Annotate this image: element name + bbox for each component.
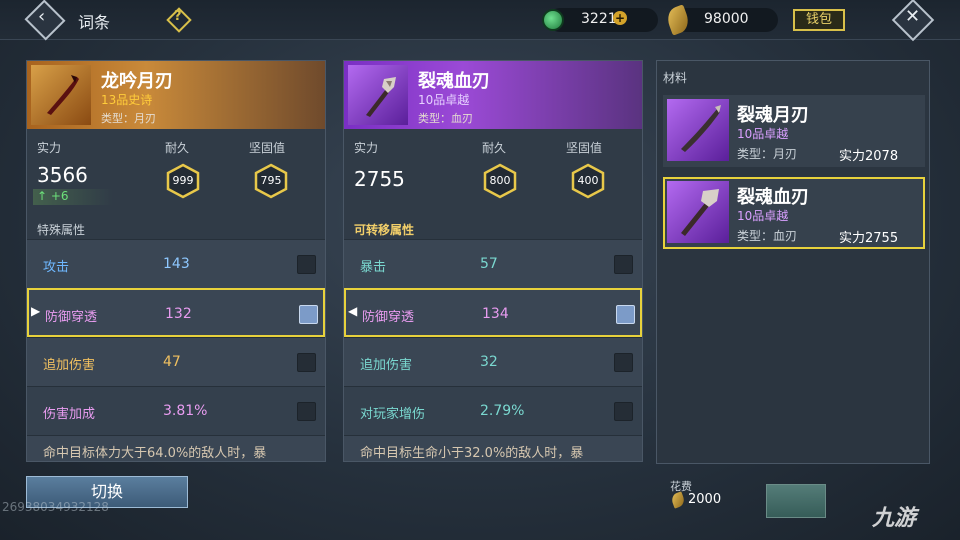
attribute-value: 3.81% (163, 403, 208, 419)
attribute-checkbox[interactable] (614, 353, 633, 372)
material-type: 类型：血刃 (737, 229, 798, 243)
attribute-value: 134 (482, 306, 509, 322)
power-label: 实力 (37, 141, 62, 155)
item-thumbnail[interactable] (31, 65, 91, 125)
material-card[interactable]: 裂魂血刃 10品卓越 类型：血刃 实力2755 (663, 177, 925, 249)
attribute-checkbox[interactable] (297, 402, 316, 421)
solidity-label: 坚固值 (249, 141, 286, 155)
cost-value: 2000 (688, 492, 722, 507)
current-item-panel: 龙吟月刃 13品史诗 类型：月刃 实力 耐久 坚固值 3566 ↑ +6 999… (26, 60, 326, 462)
attribute-name: 防御穿透 (45, 310, 98, 325)
blood-blade-icon (681, 189, 719, 236)
material-card[interactable]: 裂魂月刃 10品卓越 类型：月刃 实力2078 (663, 95, 925, 167)
attribute-row[interactable]: ◀ 防御穿透 134 (344, 288, 642, 337)
attribute-checkbox[interactable] (297, 255, 316, 274)
attribute-checkbox[interactable] (614, 402, 633, 421)
solidity-value: 400 (577, 174, 599, 187)
attribute-row[interactable]: 追加伤害 47 (27, 337, 325, 386)
attribute-checkbox[interactable] (299, 305, 318, 324)
durability-value: 999 (172, 174, 194, 187)
user-id: 26938034932128 (2, 500, 109, 514)
item-type: 类型：月刃 (101, 112, 156, 125)
attribute-name: 追加伤害 (360, 358, 413, 373)
item-grade: 13品史诗 (101, 93, 153, 107)
material-grade: 10品卓越 (737, 209, 789, 223)
attribute-row[interactable]: 伤害加成 3.81% (27, 386, 325, 435)
page-title: 词条 (78, 13, 111, 32)
attribute-description: 命中目标体力大于64.0%的敌人时，暴 (43, 446, 267, 461)
attribute-description: 命中目标生命小于32.0%的敌人时，暴 (360, 446, 584, 461)
attribute-value: 57 (480, 256, 498, 272)
materials-title: 材料 (663, 71, 688, 85)
arrow-right-icon: ▶ (31, 304, 41, 318)
materials-panel: 材料 裂魂月刃 10品卓越 类型：月刃 实力2078 裂魂血刃 10品卓越 类型… (656, 60, 930, 464)
attribute-row[interactable]: 追加伤害 32 (344, 337, 642, 386)
attribute-row[interactable]: 命中目标体力大于64.0%的敌人时，暴 (27, 435, 325, 461)
attribute-row[interactable]: 暴击 57 (344, 239, 642, 288)
attribute-row[interactable]: 对玩家增伤 2.79% (344, 386, 642, 435)
attribute-value: 47 (163, 354, 181, 370)
add-currency-button[interactable]: + (613, 11, 627, 25)
confirm-button[interactable] (766, 484, 826, 518)
material-grade: 10品卓越 (737, 127, 789, 141)
power-delta: ↑ +6 (33, 189, 113, 205)
wallet-button[interactable]: 钱包 (793, 9, 845, 31)
jade-coin-icon (542, 9, 564, 31)
attribute-name: 追加伤害 (43, 358, 96, 373)
power-value: 2755 (354, 167, 405, 191)
arrow-left-icon: ◀ (348, 304, 358, 318)
item-thumbnail[interactable] (348, 65, 408, 125)
attribute-name: 暴击 (360, 260, 387, 275)
moon-blade-icon (47, 75, 79, 115)
attribute-row[interactable]: ▶ 防御穿透 132 (27, 288, 325, 337)
attribute-checkbox[interactable] (614, 255, 633, 274)
attribute-value: 132 (165, 306, 192, 322)
blood-blade-icon (366, 77, 396, 117)
solidity-value: 795 (260, 174, 282, 187)
attribute-row[interactable]: 命中目标生命小于32.0%的敌人时，暴 (344, 435, 642, 461)
material-item-panel: 裂魂血刃 10品卓越 类型：血刃 实力 耐久 坚固值 2755 800 400 … (343, 60, 643, 462)
material-name: 裂魂月刃 (737, 105, 809, 126)
durability-value: 800 (489, 174, 511, 187)
item-header: 龙吟月刃 13品史诗 类型：月刃 (27, 61, 325, 129)
attribute-value: 32 (480, 354, 498, 370)
help-glyph: ? (174, 9, 182, 24)
attribute-checkbox[interactable] (616, 305, 635, 324)
section-title: 可转移属性 (354, 223, 415, 237)
attribute-list: 攻击 143 ▶ 防御穿透 132 追加伤害 47 伤害加成 3.81% 命中目标体力大于64.0… (27, 239, 325, 461)
attribute-name: 攻击 (43, 260, 70, 275)
attribute-name: 伤害加成 (43, 407, 96, 422)
attribute-list: 暴击 57 ◀ 防御穿透 134 追加伤害 32 对玩家增伤 2.79% 命中目标生命小于32.0… (344, 239, 642, 461)
power-delta-value: +6 (50, 189, 69, 203)
section-title: 特殊属性 (37, 223, 86, 237)
material-power: 实力2755 (839, 231, 899, 246)
durability-label: 耐久 (482, 141, 507, 155)
attribute-name: 对玩家增伤 (360, 407, 426, 422)
back-arrow-icon: ‹ (38, 6, 46, 27)
attribute-name: 防御穿透 (362, 310, 415, 325)
power-value: 3566 (37, 163, 88, 187)
moon-blade-icon (681, 105, 721, 152)
watermark-logo: 九游 (872, 506, 917, 531)
close-x-icon: ✕ (905, 6, 921, 27)
attribute-row[interactable]: 攻击 143 (27, 239, 325, 288)
item-type: 类型：血刃 (418, 112, 473, 125)
item-header: 裂魂血刃 10品卓越 类型：血刃 (344, 61, 642, 129)
durability-label: 耐久 (165, 141, 190, 155)
material-thumbnail (667, 181, 729, 243)
attribute-checkbox[interactable] (297, 353, 316, 372)
solidity-label: 坚固值 (566, 141, 603, 155)
gold-currency-value: 98000 (704, 11, 749, 27)
attribute-value: 2.79% (480, 403, 525, 419)
material-thumbnail (667, 99, 729, 161)
attribute-value: 143 (163, 256, 190, 272)
power-label: 实力 (354, 141, 379, 155)
item-grade: 10品卓越 (418, 93, 470, 107)
item-name: 龙吟月刃 (101, 71, 173, 92)
material-type: 类型：月刃 (737, 147, 798, 161)
item-name: 裂魂血刃 (418, 71, 490, 92)
material-name: 裂魂血刃 (737, 187, 809, 208)
material-power: 实力2078 (839, 149, 899, 164)
